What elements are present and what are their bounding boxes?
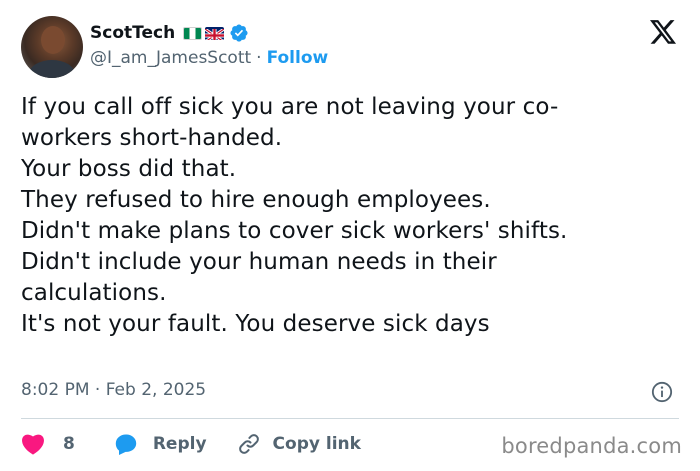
handle-separator: · xyxy=(256,48,262,68)
link-icon xyxy=(237,432,261,456)
author-handle[interactable]: @I_am_JamesScott xyxy=(90,48,251,68)
copy-link-button[interactable]: Copy link xyxy=(237,432,361,456)
reply-label: Reply xyxy=(152,434,207,454)
author-handle-row: @I_am_JamesScott · Follow xyxy=(90,48,328,68)
divider xyxy=(21,418,679,419)
avatar-shirt xyxy=(29,60,75,78)
like-count: 8 xyxy=(63,434,75,454)
tweet-timestamp[interactable]: 8:02 PM · Feb 2, 2025 xyxy=(21,380,206,400)
like-button[interactable]: 8 xyxy=(21,433,75,455)
watermark: boredpanda.com xyxy=(501,434,682,458)
reply-bubble-icon xyxy=(113,432,139,456)
action-bar: 8 Reply Copy link xyxy=(21,430,361,458)
avatar-face xyxy=(41,26,65,54)
tweet-text: If you call off sick you are not leaving… xyxy=(21,94,568,337)
nigeria-flag-icon xyxy=(183,26,203,40)
author-display-name[interactable]: ScotTech xyxy=(90,23,175,43)
info-icon[interactable] xyxy=(651,381,673,403)
heart-icon xyxy=(21,433,45,455)
uk-flag-icon xyxy=(205,26,225,40)
verified-badge-icon xyxy=(229,23,249,43)
reply-button[interactable]: Reply xyxy=(113,432,207,456)
author-name-row: ScotTech xyxy=(90,21,249,45)
x-logo-icon[interactable] xyxy=(650,20,677,45)
follow-button[interactable]: Follow xyxy=(267,48,329,68)
copy-link-label: Copy link xyxy=(272,434,361,454)
avatar[interactable] xyxy=(21,16,83,78)
